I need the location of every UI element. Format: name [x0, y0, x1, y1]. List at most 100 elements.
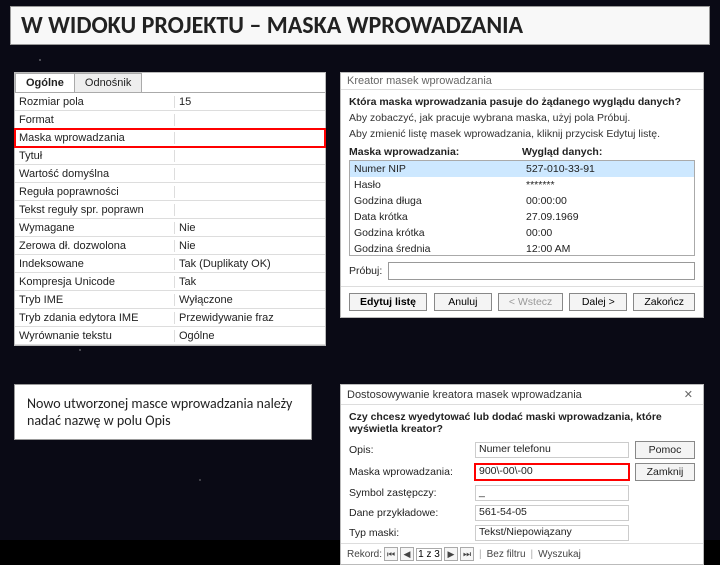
mask-list-item[interactable]: Data krótka27.09.1969	[350, 209, 694, 225]
property-row[interactable]: Wartość domyślna	[15, 165, 325, 183]
field-value[interactable]: Numer telefonu	[475, 442, 629, 458]
field-value[interactable]: 900\-00\-00	[475, 464, 629, 480]
close-icon[interactable]: ✕	[680, 388, 697, 401]
mask-list-item[interactable]: Godzina krótka00:00	[350, 225, 694, 241]
col-mask: Maska wprowadzania:	[349, 146, 522, 158]
col-look: Wygląd danych:	[522, 146, 695, 158]
mask-list-item[interactable]: Godzina średnia12:00 AM	[350, 241, 694, 256]
side-button[interactable]: Zamknij	[635, 463, 695, 481]
mask-name: Data krótka	[350, 211, 522, 223]
property-key: Format	[15, 114, 175, 126]
mask-name: Numer NIP	[350, 163, 522, 175]
property-value[interactable]: Nie	[175, 222, 325, 234]
customize-field-row: Typ maski: Tekst/Niepowiązany	[341, 523, 703, 543]
property-key: Tryb IME	[15, 294, 175, 306]
tab-lookup[interactable]: Odnośnik	[74, 73, 142, 92]
property-key: Tytuł	[15, 150, 175, 162]
property-key: Rozmiar pola	[15, 96, 175, 108]
property-row[interactable]: WymaganeNie	[15, 219, 325, 237]
properties-tabs: Ogólne Odnośnik	[15, 73, 325, 93]
property-value[interactable]: 15	[175, 96, 325, 108]
mask-sample: 00:00	[522, 227, 694, 239]
customize-field-row: Opis: Numer telefonu Pomoc	[341, 439, 703, 461]
property-value[interactable]: Nie	[175, 240, 325, 252]
property-row[interactable]: Maska wprowadzania	[15, 129, 325, 147]
field-value[interactable]: _	[475, 485, 629, 501]
try-row: Próbuj:	[349, 262, 695, 280]
mask-sample: 00:00:00	[522, 195, 694, 207]
property-row[interactable]: Wyrównanie tekstuOgólne	[15, 327, 325, 345]
property-value[interactable]: Przewidywanie fraz	[175, 312, 325, 324]
field-label: Typ maski:	[349, 527, 469, 539]
field-label: Dane przykładowe:	[349, 507, 469, 519]
record-navigator: Rekord: ⏮ ◀ ▶ ⏭ | Bez filtru | Wyszukaj	[341, 543, 703, 564]
nav-filter: Bez filtru	[487, 549, 526, 560]
property-key: Wartość domyślna	[15, 168, 175, 180]
field-label: Symbol zastępczy:	[349, 487, 469, 499]
property-row[interactable]: Tekst reguły spr. poprawn	[15, 201, 325, 219]
nav-label: Rekord:	[347, 549, 382, 560]
mask-name: Hasło	[350, 179, 522, 191]
mask-name: Godzina średnia	[350, 243, 522, 255]
property-key: Reguła poprawności	[15, 186, 175, 198]
nav-last-button[interactable]: ⏭	[460, 547, 474, 561]
property-row[interactable]: Tryb IMEWyłączone	[15, 291, 325, 309]
side-button[interactable]: Pomoc	[635, 441, 695, 459]
property-row[interactable]: IndeksowaneTak (Duplikaty OK)	[15, 255, 325, 273]
nav-next-button[interactable]: ▶	[444, 547, 458, 561]
mask-sample: *******	[522, 179, 694, 191]
field-value[interactable]: 561-54-05	[475, 505, 629, 521]
property-key: Wymagane	[15, 222, 175, 234]
property-value[interactable]: Tak	[175, 276, 325, 288]
nav-search[interactable]: Wyszukaj	[538, 549, 581, 560]
edit-list-button[interactable]: Edytuj listę	[349, 293, 427, 311]
property-key: Zerowa dł. dozwolona	[15, 240, 175, 252]
nav-prev-button[interactable]: ◀	[400, 547, 414, 561]
customize-mask-dialog: Dostosowywanie kreatora masek wprowadzan…	[340, 384, 704, 565]
wizard-title: Kreator masek wprowadzania	[341, 73, 703, 90]
back-button[interactable]: < Wstecz	[498, 293, 563, 311]
wizard-buttons: Edytuj listę Anuluj < Wstecz Dalej > Zak…	[341, 286, 703, 317]
property-key: Kompresja Unicode	[15, 276, 175, 288]
customize-field-row: Symbol zastępczy: _	[341, 483, 703, 503]
customize-field-row: Dane przykładowe: 561-54-05	[341, 503, 703, 523]
property-key: Tekst reguły spr. poprawn	[15, 204, 175, 216]
property-value[interactable]: Tak (Duplikaty OK)	[175, 258, 325, 270]
mask-list[interactable]: Numer NIP527-010-33-91Hasło*******Godzin…	[349, 160, 695, 256]
property-key: Indeksowane	[15, 258, 175, 270]
mask-name: Godzina krótka	[350, 227, 522, 239]
field-value[interactable]: Tekst/Niepowiązany	[475, 525, 629, 541]
mask-list-item[interactable]: Godzina długa00:00:00	[350, 193, 694, 209]
mask-list-item[interactable]: Hasło*******	[350, 177, 694, 193]
property-row[interactable]: Reguła poprawności	[15, 183, 325, 201]
property-row[interactable]: Rozmiar pola15	[15, 93, 325, 111]
customize-title: Dostosowywanie kreatora masek wprowadzan…	[347, 389, 582, 401]
try-input[interactable]	[388, 262, 695, 280]
input-mask-wizard: Kreator masek wprowadzania Która maska w…	[340, 72, 704, 318]
nav-first-button[interactable]: ⏮	[384, 547, 398, 561]
property-row[interactable]: Format	[15, 111, 325, 129]
try-label: Próbuj:	[349, 265, 382, 277]
slide-title: W WIDOKU PROJEKTU – MASKA WPROWADZANIA	[10, 6, 710, 45]
customize-field-row: Maska wprowadzania:900\-00\-00Zamknij	[341, 461, 703, 483]
finish-button[interactable]: Zakończ	[633, 293, 695, 311]
property-row[interactable]: Tytuł	[15, 147, 325, 165]
wizard-instruction-2: Aby zmienić listę masek wprowadzania, kl…	[341, 126, 703, 142]
note-text: Nowo utworzonej masce wprowadzania należ…	[14, 384, 312, 440]
cancel-button[interactable]: Anuluj	[434, 293, 492, 311]
mask-list-item[interactable]: Numer NIP527-010-33-91	[350, 161, 694, 177]
wizard-instruction-1: Aby zobaczyć, jak pracuje wybrana maska,…	[341, 110, 703, 126]
property-key: Wyrównanie tekstu	[15, 330, 175, 342]
mask-name: Godzina długa	[350, 195, 522, 207]
property-row[interactable]: Kompresja UnicodeTak	[15, 273, 325, 291]
nav-position[interactable]	[416, 548, 442, 561]
property-key: Tryb zdania edytora IME	[15, 312, 175, 324]
property-value[interactable]: Ogólne	[175, 330, 325, 342]
customize-question: Czy chcesz wyedytować lub dodać maski wp…	[341, 405, 703, 439]
property-value[interactable]: Wyłączone	[175, 294, 325, 306]
property-row[interactable]: Zerowa dł. dozwolonaNie	[15, 237, 325, 255]
property-row[interactable]: Tryb zdania edytora IMEPrzewidywanie fra…	[15, 309, 325, 327]
next-button[interactable]: Dalej >	[569, 293, 627, 311]
tab-general[interactable]: Ogólne	[15, 73, 75, 92]
field-label: Opis:	[349, 444, 469, 456]
